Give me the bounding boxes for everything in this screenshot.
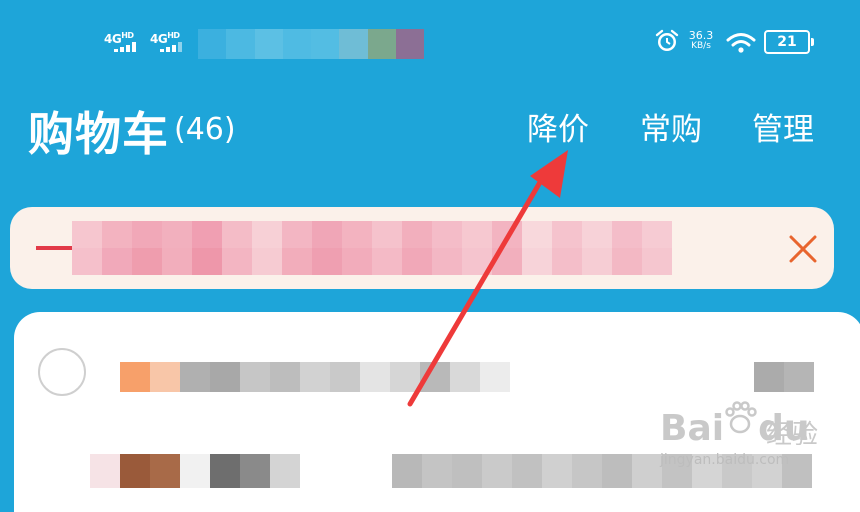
sim2-signal: 4GHD [150, 28, 182, 52]
blurred-product-row [90, 454, 300, 488]
blurred-store-name [120, 362, 510, 392]
watermark-brand: 经验 [766, 420, 819, 450]
battery-icon: 21 [764, 30, 814, 54]
tab-price-drop[interactable]: 降价 [527, 104, 589, 149]
wifi-icon [726, 33, 756, 53]
page-title: 购物车 [28, 107, 169, 161]
promo-banner[interactable] [10, 207, 834, 289]
network-speed-unit: KB/s [691, 41, 711, 51]
alarm-icon [655, 29, 679, 51]
signal-icon [114, 42, 144, 52]
close-icon[interactable] [786, 232, 820, 266]
network-speed: 36.3 KB/s [684, 30, 718, 52]
sim1-signal: 4GHD [104, 28, 136, 52]
paw-icon [725, 401, 757, 434]
battery-level: 21 [777, 34, 797, 50]
network-speed-value: 36.3 [688, 29, 714, 42]
tab-manage[interactable]: 管理 [752, 104, 814, 149]
baidu-jingyan-watermark: Bai du 经验 jingyan.baidu.com [660, 400, 850, 480]
cart-count: (46) [174, 112, 236, 147]
tab-frequent-buys[interactable]: 常购 [640, 104, 702, 149]
blurred-store-action [754, 362, 814, 392]
status-bar: 4GHD 4GHD 36.3 KB/s 21 [0, 0, 860, 84]
banner-accent-mark [36, 246, 76, 250]
watermark-url: jingyan.baidu.com [660, 452, 790, 468]
sim2-hd-label: HD [167, 31, 180, 40]
sim1-hd-label: HD [121, 31, 134, 40]
blurred-notification-icons [198, 29, 424, 59]
select-store-checkbox[interactable] [38, 348, 86, 396]
blurred-banner-text [72, 221, 676, 275]
signal-icon [160, 42, 190, 52]
